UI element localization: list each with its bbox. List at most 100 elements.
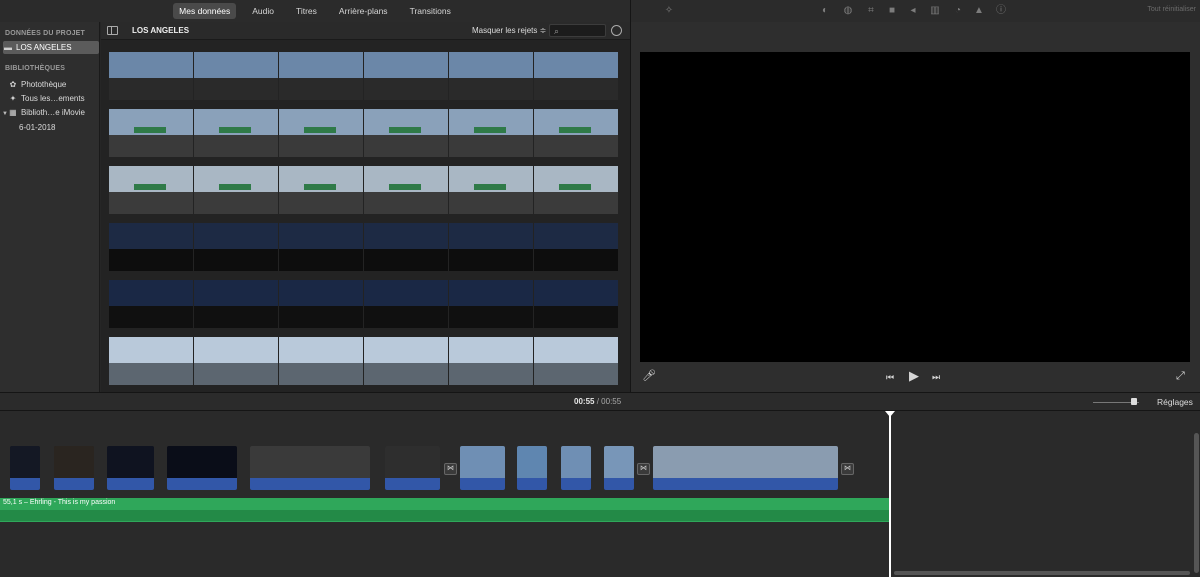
video-viewer[interactable]	[640, 52, 1190, 362]
browser-header: LOS ANGELES Masquer les rejets ≑ ⌕	[101, 22, 630, 40]
color-balance-icon[interactable]: ◐	[819, 5, 831, 17]
equalizer-icon[interactable]: ▥	[929, 5, 941, 17]
sidebar-item-imovie-library[interactable]: ▼▦ Biblioth…e iMovie	[2, 106, 102, 119]
clip-thumbnail[interactable]	[109, 166, 193, 214]
clip-thumbnail[interactable]	[449, 109, 533, 157]
crop-icon[interactable]: ⌗	[865, 5, 877, 17]
clip-thumbnail[interactable]	[279, 337, 363, 385]
clip-thumbnail[interactable]	[109, 223, 193, 271]
speed-icon[interactable]: ◔	[952, 5, 964, 17]
timeline-clip[interactable]	[561, 446, 591, 490]
libraries-section-header: BIBLIOTHÈQUES	[5, 65, 66, 72]
sidebar-toggle-icon[interactable]	[107, 26, 118, 35]
clip-thumbnail[interactable]	[534, 280, 618, 328]
tab-audio[interactable]: Audio	[246, 3, 280, 19]
stabilization-icon[interactable]: ■	[886, 5, 898, 17]
clip-thumbnail[interactable]	[534, 166, 618, 214]
audio-clip-label: 55,1 s – Ehrling - This is my passion	[3, 499, 116, 506]
transition-icon[interactable]: ⋈	[637, 463, 650, 475]
timeline-clip[interactable]	[107, 446, 154, 490]
timeline-clip[interactable]	[167, 446, 237, 490]
timeline-clip[interactable]	[460, 446, 505, 490]
film-icon: ▬	[4, 43, 12, 52]
clip-thumbnail[interactable]	[364, 109, 448, 157]
clip-thumbnail[interactable]	[279, 109, 363, 157]
clip-thumbnail[interactable]	[449, 52, 533, 100]
noise-reduction-icon[interactable]: ▲	[973, 5, 985, 17]
clip-thumbnail[interactable]	[279, 166, 363, 214]
clip-thumbnail[interactable]	[279, 280, 363, 328]
clip-thumbnail[interactable]	[449, 337, 533, 385]
clip-thumbnail[interactable]	[534, 52, 618, 100]
clip-thumbnail[interactable]	[364, 52, 448, 100]
magic-wand-icon[interactable]: ✧	[663, 5, 675, 17]
reset-all-button[interactable]: Tout réinitialiser	[1147, 6, 1196, 13]
timeline-clip[interactable]	[653, 446, 838, 490]
browser-title: LOS ANGELES	[132, 26, 190, 35]
clip-thumbnail[interactable]	[534, 337, 618, 385]
photos-icon: ✿	[9, 80, 17, 89]
timeline-clip[interactable]	[10, 446, 40, 490]
color-correction-icon[interactable]: ◍	[842, 5, 854, 17]
clip-thumbnail[interactable]	[364, 280, 448, 328]
clip-thumbnail[interactable]	[534, 109, 618, 157]
horizontal-scrollbar[interactable]	[894, 571, 1190, 575]
playhead[interactable]	[889, 411, 891, 577]
clip-thumbnail[interactable]	[279, 52, 363, 100]
search-input[interactable]: ⌕	[549, 24, 606, 37]
clip-thumbnail[interactable]	[194, 280, 278, 328]
gear-icon[interactable]	[611, 25, 622, 36]
info-icon[interactable]: ⓘ	[995, 5, 1007, 17]
tab-titles[interactable]: Titres	[290, 3, 323, 19]
clip-thumbnail[interactable]	[364, 337, 448, 385]
clip-thumbnail[interactable]	[109, 337, 193, 385]
vertical-scrollbar[interactable]	[1194, 433, 1199, 573]
time-separator: /	[596, 397, 599, 406]
clip-thumbnail[interactable]	[449, 280, 533, 328]
clip-thumbnail[interactable]	[194, 223, 278, 271]
timeline-clip[interactable]	[604, 446, 634, 490]
playhead-handle[interactable]	[885, 411, 895, 417]
clip-thumbnail[interactable]	[109, 109, 193, 157]
clip-thumbnail[interactable]	[279, 223, 363, 271]
timeline-clip[interactable]	[250, 446, 370, 490]
settings-button[interactable]: Réglages	[1157, 397, 1193, 407]
clip-thumbnail[interactable]	[194, 109, 278, 157]
transition-icon[interactable]: ⋈	[841, 463, 854, 475]
timecode: 00:55 / 00:55	[574, 397, 621, 406]
volume-icon[interactable]: ◂	[907, 5, 919, 17]
sidebar-item-all-events[interactable]: ✦ Tous les…ements	[8, 92, 108, 105]
sidebar-item-photos[interactable]: ✿ Photothèque	[8, 78, 108, 91]
skip-forward-icon[interactable]: ⏭︎	[932, 371, 940, 383]
skip-back-icon[interactable]: ⏮︎	[886, 371, 894, 383]
play-icon[interactable]: ▶︎	[909, 369, 919, 382]
clip-thumbnail[interactable]	[194, 166, 278, 214]
timeline-clip[interactable]	[517, 446, 547, 490]
clip-thumbnail[interactable]	[194, 337, 278, 385]
audio-clip[interactable]: 55,1 s – Ehrling - This is my passion	[0, 498, 890, 522]
timeline[interactable]: ⋈ ⋈ ⋈ 55,1 s – Ehrling - This is my passio…	[0, 411, 1200, 577]
zoom-slider-knob[interactable]	[1131, 398, 1137, 405]
audio-waveform	[0, 510, 890, 521]
tab-my-media[interactable]: Mes données	[173, 3, 237, 19]
microphone-icon[interactable]: 🎤︎	[642, 370, 656, 382]
timeline-clip[interactable]	[54, 446, 94, 490]
tab-transitions[interactable]: Transitions	[404, 3, 457, 19]
clip-thumbnail[interactable]	[449, 166, 533, 214]
clip-thumbnail[interactable]	[449, 223, 533, 271]
tab-backgrounds[interactable]: Arrière-plans	[333, 3, 394, 19]
media-browser: LOS ANGELES Masquer les rejets ≑ ⌕	[101, 22, 630, 392]
filter-dropdown[interactable]: Masquer les rejets ≑	[472, 26, 546, 35]
clip-thumbnail[interactable]	[194, 52, 278, 100]
sidebar-item-label: Biblioth…e iMovie	[20, 108, 85, 117]
transition-icon[interactable]: ⋈	[444, 463, 457, 475]
timeline-clip[interactable]	[385, 446, 440, 490]
clip-thumbnail[interactable]	[364, 166, 448, 214]
clip-thumbnail[interactable]	[109, 52, 193, 100]
clip-thumbnail[interactable]	[534, 223, 618, 271]
sidebar-item-label: Photothèque	[21, 80, 67, 89]
clip-thumbnail[interactable]	[364, 223, 448, 271]
fullscreen-icon[interactable]: ⤢	[1176, 370, 1185, 382]
sidebar-item-project[interactable]: ▬ LOS ANGELES	[3, 41, 99, 54]
clip-thumbnail[interactable]	[109, 280, 193, 328]
